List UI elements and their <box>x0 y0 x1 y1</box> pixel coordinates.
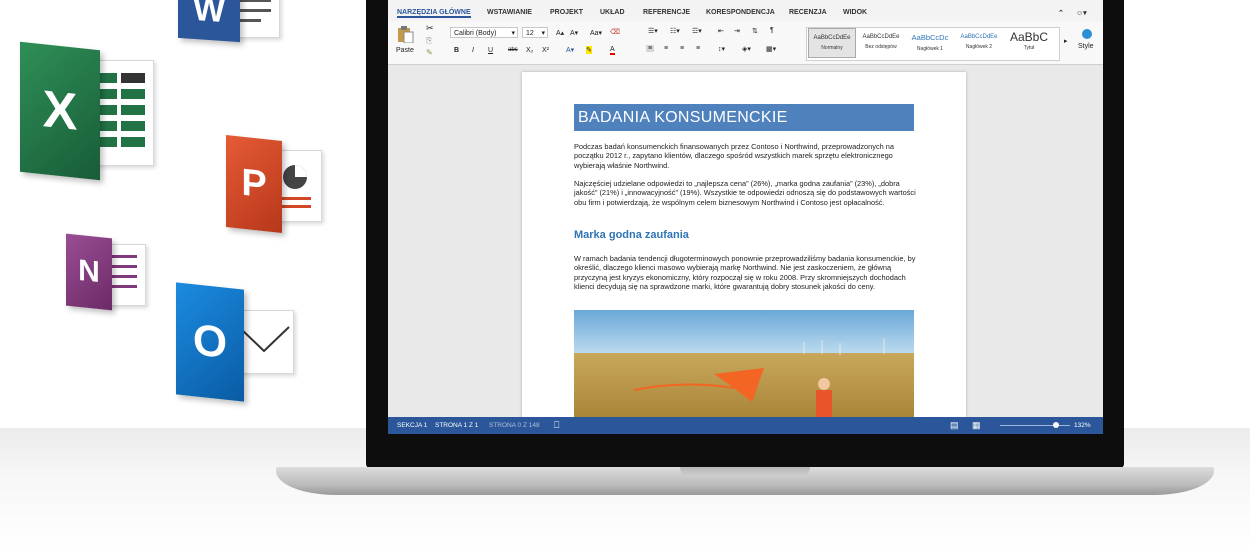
status-page-dim[interactable]: STRONA 0 Z 148 <box>489 422 540 429</box>
word-letter: W <box>192 0 226 30</box>
paragraph-2[interactable]: Najczęściej udzielane odpowiedzi to „naj… <box>574 179 919 207</box>
paste-label: Paste <box>396 47 414 54</box>
excel-tile: X <box>20 41 100 181</box>
zoom-level[interactable]: 132% <box>1074 422 1091 429</box>
styles-pane-label: Style <box>1078 43 1094 50</box>
chevron-down-icon: ▾ <box>541 30 545 37</box>
text-effects-icon[interactable]: A▾ <box>566 46 574 54</box>
pilcrow-icon[interactable]: ¶ <box>770 27 774 34</box>
borders-icon[interactable]: ▦▾ <box>766 45 776 53</box>
web-layout-icon[interactable]: ▦ <box>972 420 981 431</box>
style-no-spacing[interactable]: AaBbCcDdEe Bez odstępów <box>857 28 905 58</box>
align-center-icon[interactable]: ≡ <box>664 45 668 52</box>
tab-insert[interactable]: WSTAWIANIE <box>487 9 532 16</box>
smiley-feedback-icon[interactable]: ☺▾ <box>1076 9 1087 17</box>
cut-icon[interactable]: ✂ <box>426 23 434 34</box>
align-left-icon[interactable]: ≡ <box>646 45 655 52</box>
excel-app-icon[interactable]: X <box>20 41 156 182</box>
clear-formatting-icon[interactable]: ⌫ <box>610 28 620 36</box>
line-spacing-icon[interactable]: ↕▾ <box>718 45 725 53</box>
underline-button[interactable]: U <box>488 47 493 54</box>
tab-mailings[interactable]: KORESPONDENCJA <box>706 9 775 16</box>
multilevel-list-icon[interactable]: ☲▾ <box>692 27 702 35</box>
numbering-icon[interactable]: ☷▾ <box>670 27 680 35</box>
word-tile: W <box>178 0 240 43</box>
laptop-opening-notch <box>680 467 810 477</box>
ribbon-home: Paste ✂ ⎘ ✎ Calibri (Body) ▾ 12 ▾ A▴ A▾ … <box>388 21 1103 65</box>
style-heading-2[interactable]: AaBbCcDdEe Nagłówek 2 <box>955 28 1003 58</box>
subscript-button[interactable]: X₂ <box>526 47 533 54</box>
paste-button[interactable]: Paste <box>394 25 418 59</box>
font-size-value: 12 <box>526 30 534 37</box>
bold-button[interactable]: B <box>454 47 459 54</box>
styles-gallery: AaBbCcDdEe Normalny AaBbCcDdEe Bez odstę… <box>806 27 1060 61</box>
tab-review[interactable]: RECENZJA <box>789 9 827 16</box>
powerpoint-letter: P <box>241 161 267 206</box>
highlight-icon[interactable]: ✎ <box>586 46 592 54</box>
bullets-icon[interactable]: ☰▾ <box>648 27 658 35</box>
tab-design[interactable]: PROJEKT <box>550 9 583 16</box>
kite-field-image <box>574 310 914 420</box>
grow-font-icon[interactable]: A▴ <box>556 29 564 37</box>
tab-view[interactable]: WIDOK <box>843 9 867 16</box>
font-color-icon[interactable]: A <box>610 46 615 55</box>
justify-icon[interactable]: ≡ <box>696 45 700 52</box>
onenote-tile: N <box>66 233 112 311</box>
zoom-slider[interactable] <box>1000 422 1070 428</box>
change-case-icon[interactable]: Aa▾ <box>590 29 602 37</box>
tab-references[interactable]: REFERENCJE <box>643 9 690 16</box>
excel-letter: X <box>42 80 78 142</box>
word-app-icon[interactable]: W <box>178 0 284 43</box>
kite-field-photo[interactable] <box>574 310 914 420</box>
outlook-app-icon[interactable]: O <box>176 282 298 404</box>
style-heading-1[interactable]: AaBbCcDc Nagłówek 1 <box>906 28 954 58</box>
shrink-font-icon[interactable]: A▾ <box>570 29 578 37</box>
sort-icon[interactable]: ⇅ <box>752 27 758 35</box>
powerpoint-app-icon[interactable]: P <box>226 135 326 234</box>
chevron-down-icon: ▾ <box>511 30 515 37</box>
font-name-dropdown[interactable]: Calibri (Body) ▾ <box>450 27 518 38</box>
word-window: NARZĘDZIA GŁÓWNE WSTAWIANIE PROJEKT UKŁA… <box>388 0 1103 434</box>
book-icon[interactable]: ⎕ <box>554 420 559 431</box>
status-section[interactable]: SEKCJA 1 <box>397 422 427 429</box>
align-right-icon[interactable]: ≡ <box>680 45 684 52</box>
heading-2[interactable]: Marka godna zaufania <box>574 229 689 241</box>
shading-icon[interactable]: ◈▾ <box>742 45 751 53</box>
zoom-slider-thumb[interactable] <box>1053 422 1059 428</box>
gallery-more-arrow-icon[interactable]: ▸ <box>1064 37 1068 45</box>
outlook-tile: O <box>176 282 244 402</box>
strikethrough-button[interactable]: abc <box>508 47 518 53</box>
increase-indent-icon[interactable]: ⇥ <box>734 27 740 35</box>
tab-home[interactable]: NARZĘDZIA GŁÓWNE <box>397 9 471 18</box>
styles-pane-icon <box>1082 29 1092 39</box>
document-title[interactable]: BADANIA KONSUMENCKIE <box>574 104 914 131</box>
italic-button[interactable]: I <box>472 47 474 54</box>
styles-pane-button[interactable]: Style <box>1076 29 1100 59</box>
outlook-letter: O <box>192 315 228 368</box>
style-normal[interactable]: AaBbCcDdEe Normalny <box>808 28 856 58</box>
clipboard-icon <box>398 26 414 43</box>
ribbon-tab-bar: NARZĘDZIA GŁÓWNE WSTAWIANIE PROJEKT UKŁA… <box>388 0 1103 22</box>
paragraph-3[interactable]: W ramach badania tendencji długoterminow… <box>574 254 919 292</box>
onenote-letter: N <box>78 253 100 290</box>
format-painter-icon[interactable]: ✎ <box>426 48 433 57</box>
print-layout-icon[interactable]: ▤ <box>950 420 959 431</box>
superscript-button[interactable]: X² <box>542 47 549 54</box>
font-name-value: Calibri (Body) <box>454 30 497 37</box>
document-page[interactable]: BADANIA KONSUMENCKIE Podczas badań konsu… <box>522 72 966 432</box>
document-canvas[interactable]: BADANIA KONSUMENCKIE Podczas badań konsu… <box>388 65 1103 432</box>
powerpoint-tile: P <box>226 135 282 233</box>
paragraph-1[interactable]: Podczas badań konsumenckich finansowanyc… <box>574 142 919 170</box>
onenote-app-icon[interactable]: N <box>66 233 148 314</box>
status-bar: SEKCJA 1 STRONA 1 Z 1 STRONA 0 Z 148 ⎕ ▤… <box>388 417 1103 434</box>
status-page[interactable]: STRONA 1 Z 1 <box>435 422 478 429</box>
font-size-dropdown[interactable]: 12 ▾ <box>522 27 548 38</box>
decrease-indent-icon[interactable]: ⇤ <box>718 27 724 35</box>
copy-icon[interactable]: ⎘ <box>426 36 432 46</box>
tab-layout[interactable]: UKŁAD <box>600 9 625 16</box>
collapse-ribbon-icon[interactable]: ⌃ <box>1058 9 1064 17</box>
style-title[interactable]: AaBbC Tytuł <box>1004 28 1054 58</box>
